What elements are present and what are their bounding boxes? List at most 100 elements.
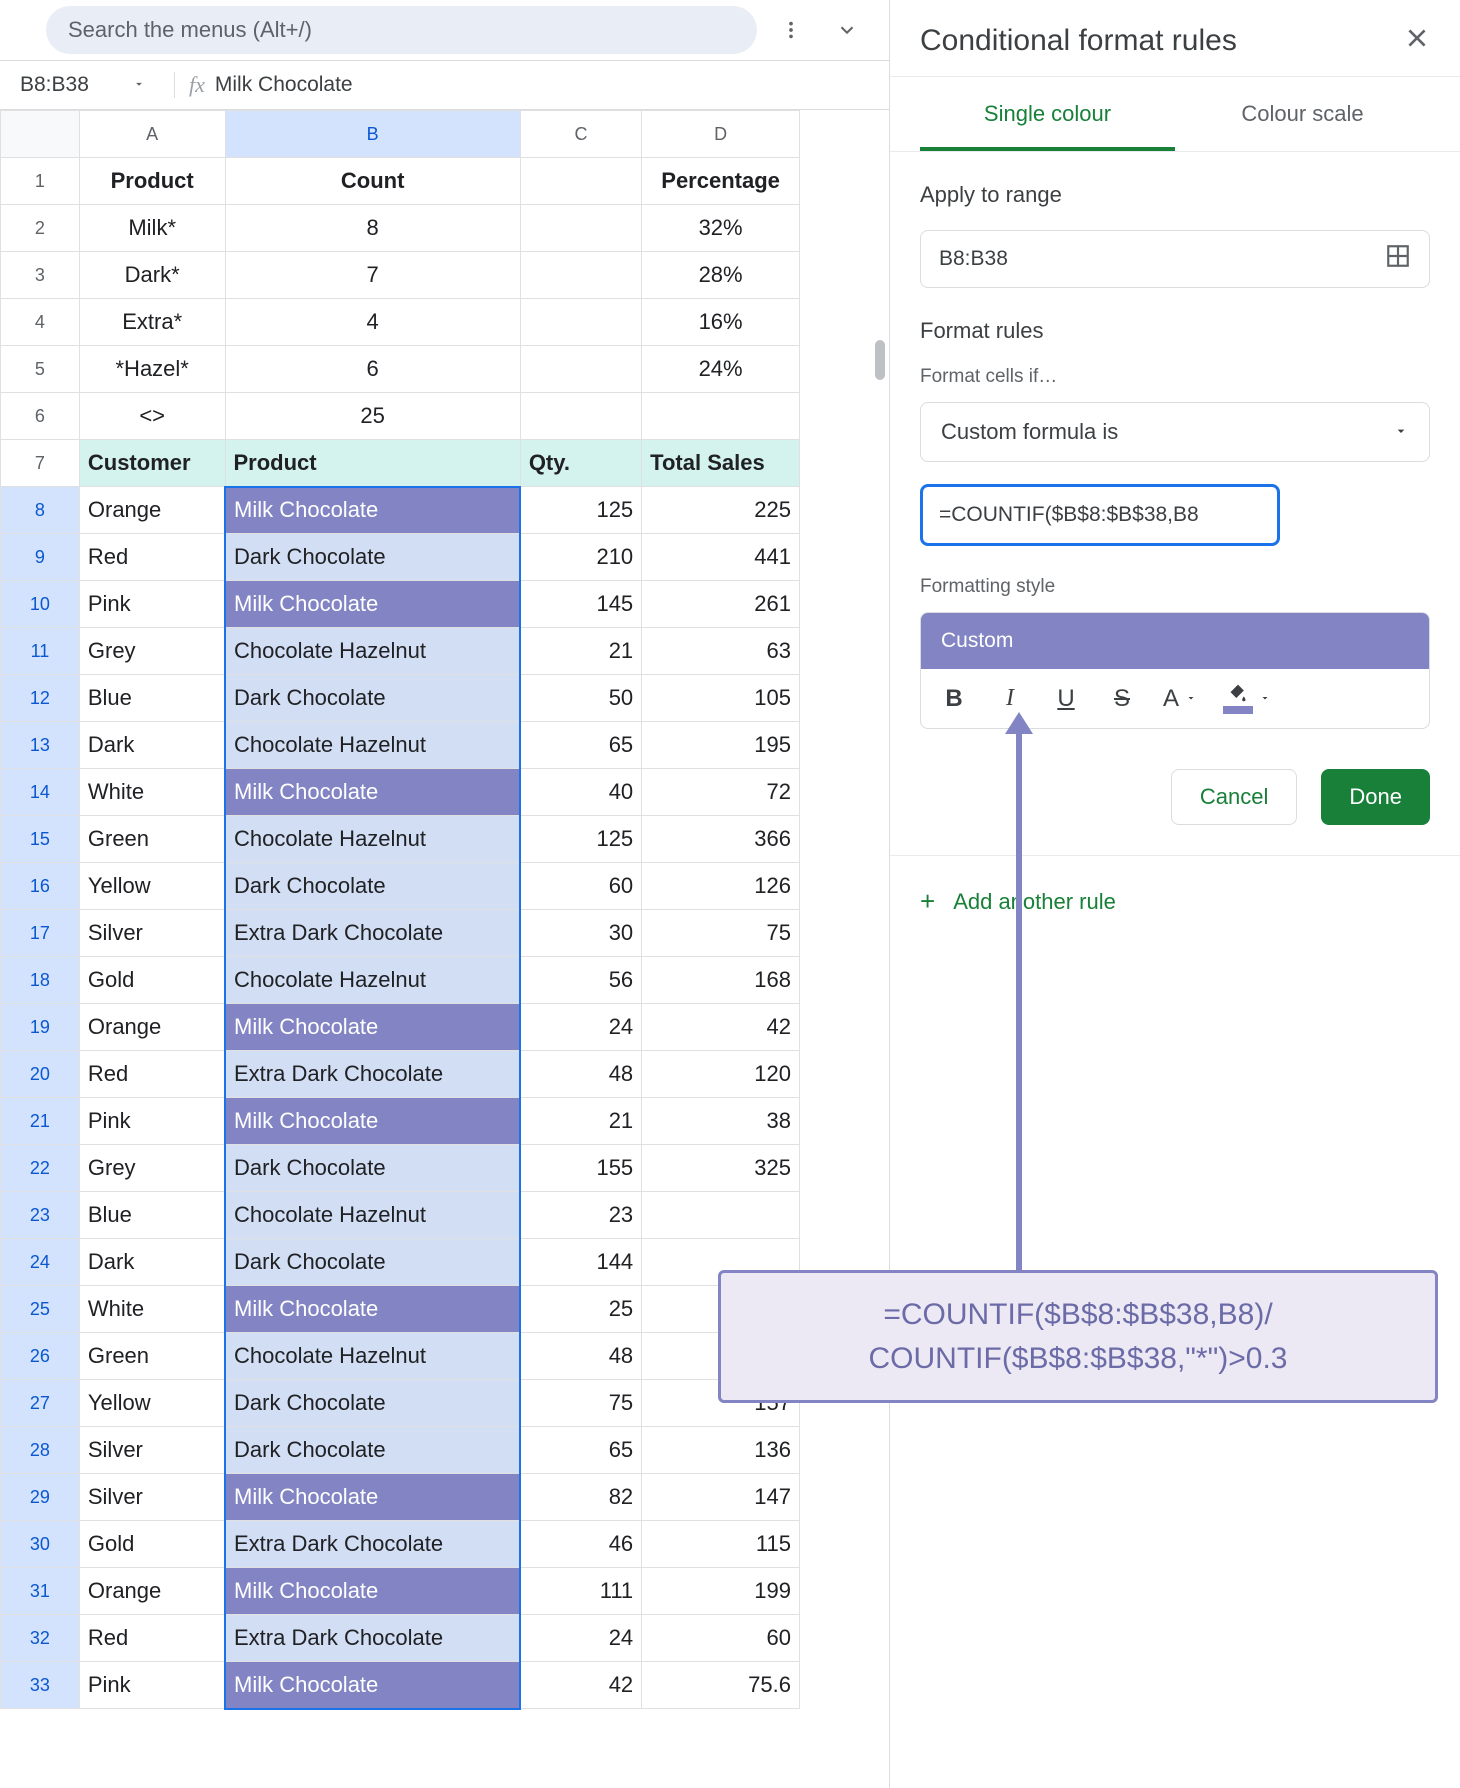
row-header[interactable]: 27 (1, 1380, 80, 1427)
row-header[interactable]: 17 (1, 910, 80, 957)
cell[interactable]: 261 (642, 581, 800, 628)
cell[interactable]: 24 (520, 1615, 641, 1662)
cell[interactable]: <> (79, 393, 225, 440)
cell[interactable]: Orange (79, 487, 225, 534)
cell[interactable]: 7 (225, 252, 520, 299)
cell[interactable]: 126 (642, 863, 800, 910)
scrollbar[interactable] (875, 340, 885, 380)
done-button[interactable]: Done (1321, 769, 1430, 825)
cell[interactable]: 65 (520, 722, 641, 769)
cell[interactable]: Dark Chocolate (225, 1145, 520, 1192)
cell[interactable]: Red (79, 1051, 225, 1098)
row-header[interactable]: 12 (1, 675, 80, 722)
cell[interactable]: Extra* (79, 299, 225, 346)
cell[interactable]: Dark* (79, 252, 225, 299)
cell[interactable]: Milk Chocolate (225, 1474, 520, 1521)
cell[interactable]: 155 (520, 1145, 641, 1192)
cell[interactable]: 16% (642, 299, 800, 346)
cell[interactable]: Dark (79, 722, 225, 769)
col-header-A[interactable]: A (79, 111, 225, 158)
cell[interactable]: Product (225, 440, 520, 487)
cancel-button[interactable]: Cancel (1171, 769, 1297, 825)
row-header[interactable]: 31 (1, 1568, 80, 1615)
cell[interactable]: Orange (79, 1568, 225, 1615)
cell[interactable]: 105 (642, 675, 800, 722)
cell[interactable]: White (79, 769, 225, 816)
cell[interactable]: Dark Chocolate (225, 1380, 520, 1427)
cell[interactable]: Milk Chocolate (225, 1004, 520, 1051)
row-header[interactable]: 21 (1, 1098, 80, 1145)
formula-input[interactable]: =COUNTIF($B$8:$B$38,B8 (920, 484, 1280, 546)
cell[interactable]: Dark Chocolate (225, 534, 520, 581)
row-header[interactable]: 28 (1, 1427, 80, 1474)
cell[interactable]: 65 (520, 1427, 641, 1474)
cell[interactable]: 63 (642, 628, 800, 675)
tab-colour-scale[interactable]: Colour scale (1175, 77, 1430, 151)
row-header[interactable]: 23 (1, 1192, 80, 1239)
fill-color-button[interactable] (1223, 683, 1271, 714)
cell[interactable]: Blue (79, 1192, 225, 1239)
cell[interactable]: Chocolate Hazelnut (225, 1192, 520, 1239)
formula-bar[interactable]: Milk Chocolate (215, 73, 353, 97)
cell[interactable] (520, 205, 641, 252)
cell[interactable]: Extra Dark Chocolate (225, 1521, 520, 1568)
cell[interactable]: Green (79, 816, 225, 863)
cell[interactable]: Product (79, 158, 225, 205)
cell[interactable]: 145 (520, 581, 641, 628)
cell[interactable]: 75.6 (642, 1662, 800, 1709)
row-header[interactable]: 8 (1, 487, 80, 534)
name-box[interactable]: B8:B38 (0, 73, 160, 97)
cell[interactable]: 48 (520, 1333, 641, 1380)
cell[interactable]: 195 (642, 722, 800, 769)
cell[interactable]: Gold (79, 1521, 225, 1568)
cell[interactable]: Chocolate Hazelnut (225, 816, 520, 863)
cell[interactable]: 42 (520, 1662, 641, 1709)
cell[interactable]: 38 (642, 1098, 800, 1145)
cell[interactable]: Milk Chocolate (225, 769, 520, 816)
cell[interactable]: Extra Dark Chocolate (225, 1615, 520, 1662)
cell[interactable]: Customer (79, 440, 225, 487)
cell[interactable]: 115 (642, 1521, 800, 1568)
row-header[interactable]: 1 (1, 158, 80, 205)
cell[interactable]: Dark Chocolate (225, 675, 520, 722)
row-header[interactable]: 2 (1, 205, 80, 252)
row-header[interactable]: 16 (1, 863, 80, 910)
cell[interactable]: 23 (520, 1192, 641, 1239)
strikethrough-button[interactable]: S (1107, 685, 1137, 713)
cell[interactable]: Pink (79, 581, 225, 628)
cell[interactable]: Blue (79, 675, 225, 722)
cell[interactable]: Dark Chocolate (225, 1239, 520, 1286)
cell[interactable]: Grey (79, 628, 225, 675)
row-header[interactable]: 15 (1, 816, 80, 863)
close-icon[interactable] (1404, 25, 1430, 57)
cell[interactable]: Silver (79, 1474, 225, 1521)
select-range-icon[interactable] (1385, 243, 1411, 275)
row-header[interactable]: 33 (1, 1662, 80, 1709)
row-header[interactable]: 4 (1, 299, 80, 346)
cell[interactable]: Milk Chocolate (225, 1286, 520, 1333)
cell[interactable] (520, 299, 641, 346)
cell[interactable]: 111 (520, 1568, 641, 1615)
tab-single-colour[interactable]: Single colour (920, 77, 1175, 151)
cell[interactable] (520, 158, 641, 205)
cell[interactable]: Milk Chocolate (225, 1662, 520, 1709)
cell[interactable]: 40 (520, 769, 641, 816)
condition-dropdown[interactable]: Custom formula is (920, 402, 1430, 462)
cell[interactable]: Milk Chocolate (225, 1098, 520, 1145)
cell[interactable]: Total Sales (642, 440, 800, 487)
bold-button[interactable]: B (939, 685, 969, 713)
cell[interactable]: 75 (642, 910, 800, 957)
add-rule-button[interactable]: + Add another rule (890, 856, 1460, 947)
row-header[interactable]: 7 (1, 440, 80, 487)
cell[interactable]: Chocolate Hazelnut (225, 628, 520, 675)
cell[interactable]: 125 (520, 487, 641, 534)
cell[interactable]: 136 (642, 1427, 800, 1474)
row-header[interactable]: 10 (1, 581, 80, 628)
menu-search[interactable]: Search the menus (Alt+/) (46, 6, 757, 54)
cell[interactable]: 82 (520, 1474, 641, 1521)
cell[interactable]: 144 (520, 1239, 641, 1286)
cell[interactable]: 225 (642, 487, 800, 534)
cell[interactable]: Milk* (79, 205, 225, 252)
spreadsheet-grid[interactable]: ABCD1ProductCountPercentage2Milk*832%3Da… (0, 110, 889, 1788)
cell[interactable]: 25 (225, 393, 520, 440)
